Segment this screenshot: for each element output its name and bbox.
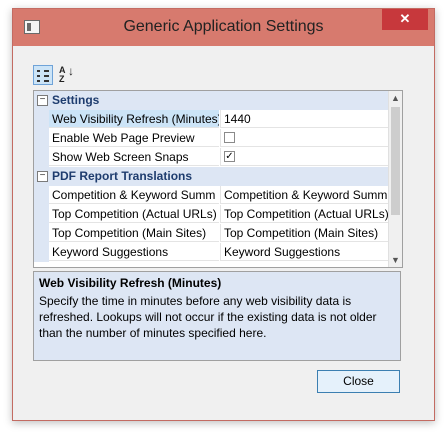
property-name[interactable]: Competition & Keyword Summ — [49, 186, 219, 204]
enable-preview-checkbox[interactable] — [224, 132, 235, 143]
property-name[interactable]: Enable Web Page Preview — [49, 129, 219, 147]
property-row[interactable]: Web Visibility Refresh (Minutes) 1440 — [34, 110, 389, 129]
property-row[interactable]: Top Competition (Actual URLs) Top Compet… — [34, 205, 389, 224]
category-label: Settings — [52, 93, 100, 107]
scroll-down-icon[interactable]: ▼ — [389, 253, 402, 267]
close-button[interactable]: Close — [317, 370, 400, 393]
categorized-view-button[interactable] — [33, 65, 53, 85]
property-name[interactable]: Top Competition (Main Sites) — [49, 224, 219, 242]
show-snaps-checkbox[interactable]: ✓ — [224, 151, 235, 162]
scroll-thumb[interactable] — [391, 107, 400, 215]
title-bar[interactable]: Generic Application Settings ✕ — [13, 9, 434, 46]
window-close-button[interactable]: ✕ — [382, 9, 428, 30]
property-name[interactable]: Top Competition (Actual URLs) — [49, 205, 219, 223]
property-name[interactable]: Show Web Screen Snaps — [49, 148, 219, 166]
window-title: Generic Application Settings — [123, 18, 324, 35]
collapse-icon[interactable]: − — [37, 171, 48, 182]
property-row[interactable]: Top Competition (Main Sites) Top Competi… — [34, 224, 389, 243]
property-row[interactable]: Show Web Screen Snaps ✓ — [34, 148, 389, 167]
property-value[interactable]: Top Competition (Main Sites) — [220, 224, 389, 242]
property-row[interactable]: Keyword Suggestions Keyword Suggestions — [34, 243, 389, 262]
property-value[interactable]: Competition & Keyword Summ — [220, 186, 389, 204]
refresh-minutes-value[interactable]: 1440 — [220, 110, 389, 128]
property-value[interactable]: Keyword Suggestions — [220, 243, 389, 261]
property-value[interactable] — [220, 129, 389, 147]
settings-window: Generic Application Settings ✕ AZ ↓ − Se… — [12, 8, 435, 421]
category-pdf-translations[interactable]: − PDF Report Translations — [34, 167, 389, 186]
scroll-up-icon[interactable]: ▲ — [389, 91, 402, 105]
grid-scrollbar[interactable]: ▲ ▼ — [388, 91, 402, 267]
category-label: PDF Report Translations — [52, 169, 193, 183]
property-grid[interactable]: − Settings Web Visibility Refresh (Minut… — [33, 90, 403, 268]
property-name[interactable]: Keyword Suggestions — [49, 243, 219, 261]
property-row[interactable]: Competition & Keyword Summ Competition &… — [34, 186, 389, 205]
property-value[interactable]: ✓ — [220, 148, 389, 166]
description-panel: Web Visibility Refresh (Minutes) Specify… — [33, 271, 401, 361]
sort-az-icon: AZ — [59, 65, 66, 84]
property-row[interactable]: Enable Web Page Preview — [34, 129, 389, 148]
collapse-icon[interactable]: − — [37, 95, 48, 106]
alphabetical-view-button[interactable]: AZ ↓ — [57, 65, 77, 85]
description-text: Specify the time in minutes before any w… — [39, 294, 377, 340]
description-title: Web Visibility Refresh (Minutes) — [39, 276, 222, 290]
property-name[interactable]: Web Visibility Refresh (Minutes) — [49, 110, 219, 128]
property-value[interactable]: Top Competition (Actual URLs) — [220, 205, 389, 223]
categorized-icon — [37, 70, 40, 72]
category-settings[interactable]: − Settings — [34, 91, 389, 110]
